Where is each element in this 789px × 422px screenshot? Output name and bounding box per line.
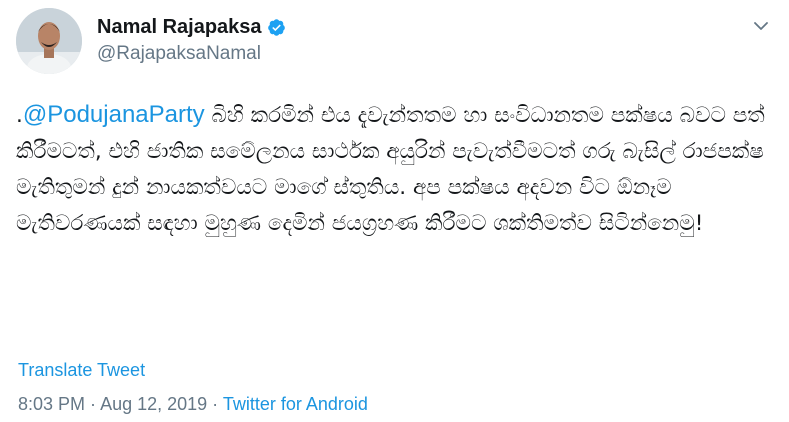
avatar[interactable] bbox=[16, 8, 82, 74]
chevron-down-icon[interactable] bbox=[751, 16, 771, 36]
tweet-prefix: . bbox=[16, 103, 23, 128]
verified-badge-icon bbox=[267, 18, 286, 37]
author-display-name[interactable]: Namal Rajapaksa bbox=[97, 16, 262, 39]
author-name-row[interactable]: Namal Rajapaksa bbox=[97, 16, 286, 39]
mention-link[interactable]: @PodujanaParty bbox=[23, 101, 205, 128]
tweet-card: Namal Rajapaksa @RajapaksaNamal .@Poduja… bbox=[0, 0, 789, 422]
tweet-metadata: 8:03 PM · Aug 12, 2019 · Twitter for And… bbox=[18, 394, 368, 415]
tweet-time[interactable]: 8:03 PM bbox=[18, 394, 85, 414]
meta-separator: · bbox=[85, 394, 101, 414]
tweet-text: .@PodujanaParty බිහි කරමින් එය දැවැන්තතම… bbox=[16, 97, 776, 242]
tweet-date[interactable]: Aug 12, 2019 bbox=[100, 394, 207, 414]
meta-separator: · bbox=[207, 394, 223, 414]
profile-photo-icon bbox=[16, 8, 82, 74]
translate-tweet-link[interactable]: Translate Tweet bbox=[18, 360, 145, 381]
author-handle[interactable]: @RajapaksaNamal bbox=[97, 43, 286, 65]
tweet-header: Namal Rajapaksa @RajapaksaNamal bbox=[97, 16, 286, 65]
tweet-source-link[interactable]: Twitter for Android bbox=[223, 394, 368, 414]
